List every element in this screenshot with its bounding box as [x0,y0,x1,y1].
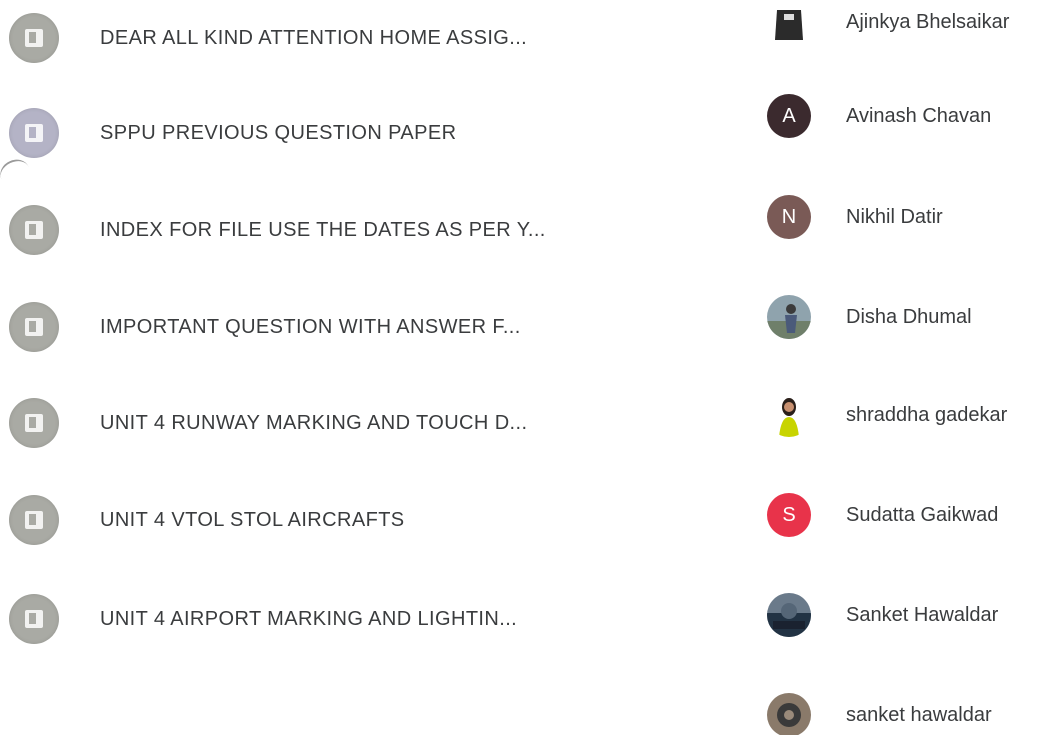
person-name: Sudatta Gaikwad [846,503,999,526]
person-item[interactable]: Sanket Hawaldar [750,585,1046,645]
person-name: shraddha gadekar [846,403,1008,426]
avatar-letter: A [767,94,811,138]
person-item[interactable]: sanket hawaldar [750,685,1046,735]
avatar-photo [767,295,811,339]
material-title: UNIT 4 AIRPORT MARKING AND LIGHTIN... [100,607,518,630]
person-name: Sanket Hawaldar [846,603,999,626]
material-item[interactable]: IMPORTANT QUESTION WITH ANSWER F... [0,297,700,357]
classroom-page: DEAR ALL KIND ATTENTION HOME ASSIG... SP… [0,0,1046,735]
avatar-photo [767,693,811,735]
material-item[interactable]: UNIT 4 VTOL STOL AIRCRAFTS [0,490,700,550]
avatar-letter: S [767,493,811,537]
material-icon [9,302,59,352]
person-name: Avinash Chavan [846,104,992,127]
person-name: Nikhil Datir [846,205,943,228]
material-icon [9,594,59,644]
material-title: SPPU PREVIOUS QUESTION PAPER [100,121,457,144]
person-item[interactable]: Disha Dhumal [750,287,1046,347]
person-name: Disha Dhumal [846,305,972,328]
material-icon [9,495,59,545]
avatar-photo [767,593,811,637]
material-title: IMPORTANT QUESTION WITH ANSWER F... [100,315,521,338]
material-item[interactable]: SPPU PREVIOUS QUESTION PAPER [0,103,700,163]
material-title: INDEX FOR FILE USE THE DATES AS PER Y... [100,218,546,241]
material-icon [9,13,59,63]
material-icon [9,205,59,255]
person-item[interactable]: A Avinash Chavan [750,86,1046,146]
material-title: UNIT 4 RUNWAY MARKING AND TOUCH D... [100,411,528,434]
person-item[interactable]: S Sudatta Gaikwad [750,485,1046,545]
person-item[interactable]: Ajinkya Bhelsaikar [750,0,1046,52]
material-item[interactable]: UNIT 4 RUNWAY MARKING AND TOUCH D... [0,393,700,453]
person-item[interactable]: N Nikhil Datir [750,187,1046,247]
material-icon [9,108,59,158]
avatar-photo [767,393,811,437]
material-item[interactable]: UNIT 4 AIRPORT MARKING AND LIGHTIN... [0,589,700,649]
material-item[interactable]: DEAR ALL KIND ATTENTION HOME ASSIG... [0,8,700,68]
avatar-photo [767,0,811,44]
material-icon [9,398,59,448]
avatar-letter: N [767,195,811,239]
material-title: DEAR ALL KIND ATTENTION HOME ASSIG... [100,26,528,49]
person-item[interactable]: shraddha gadekar [750,385,1046,445]
material-item[interactable]: INDEX FOR FILE USE THE DATES AS PER Y... [0,200,700,260]
material-title: UNIT 4 VTOL STOL AIRCRAFTS [100,508,405,531]
person-name: Ajinkya Bhelsaikar [846,10,1010,33]
person-name: sanket hawaldar [846,703,992,726]
